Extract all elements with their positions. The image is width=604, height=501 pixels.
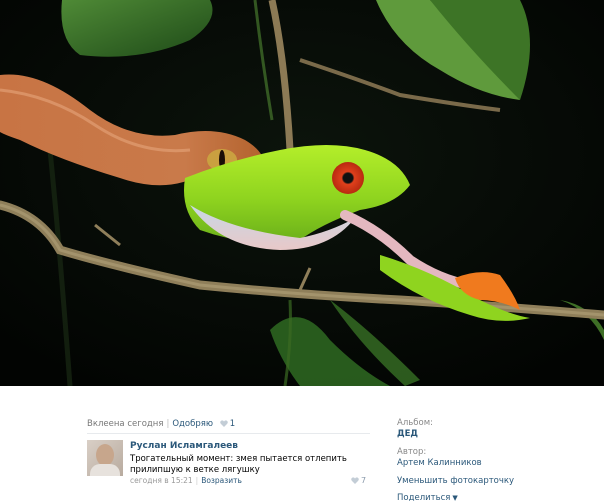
frog-snake-photo xyxy=(0,0,604,386)
likes-count: 1 xyxy=(229,419,236,429)
comment-time: сегодня в 15:21 xyxy=(130,476,193,485)
reduce-photo-link[interactable]: Уменьшить фотокарточку xyxy=(397,476,514,487)
approve-link[interactable]: Одобряю xyxy=(172,419,213,429)
reply-link[interactable]: Возразить xyxy=(201,476,242,485)
comment-author[interactable]: Руслан Исламгалеев xyxy=(130,441,238,451)
separator: | xyxy=(166,419,170,429)
album-link[interactable]: ДЕД xyxy=(397,429,418,440)
photo-viewer-image[interactable] xyxy=(0,0,604,386)
comment-meta: сегодня в 15:21 | Возразить xyxy=(130,476,242,485)
photo-info-panel: Вклеена сегодня | Одобряю 1 Руслан Исламга… xyxy=(0,386,604,501)
comment-likes-count: 7 xyxy=(361,476,367,485)
separator: | xyxy=(195,476,199,485)
comment-text: Трогательный момент: змея пытается отлеп… xyxy=(130,454,347,475)
photo-meta-line: Вклеена сегодня | Одобряю 1 xyxy=(87,419,235,429)
share-dropdown[interactable]: Поделиться ▼ xyxy=(397,493,458,501)
upload-date: Вклеена сегодня xyxy=(87,419,164,429)
heart-icon xyxy=(351,477,359,484)
divider xyxy=(87,433,370,434)
share-label: Поделиться xyxy=(397,493,451,501)
author-link[interactable]: Артем Калинников xyxy=(397,458,482,469)
album-label: Альбом: xyxy=(397,418,433,428)
avatar-face xyxy=(96,444,114,466)
author-label: Автор: xyxy=(397,447,427,457)
heart-icon[interactable] xyxy=(219,420,228,427)
avatar[interactable] xyxy=(87,440,123,476)
comment-like-button[interactable]: 7 xyxy=(347,476,366,485)
avatar-shirt xyxy=(90,464,120,476)
chevron-down-icon: ▼ xyxy=(452,494,458,501)
